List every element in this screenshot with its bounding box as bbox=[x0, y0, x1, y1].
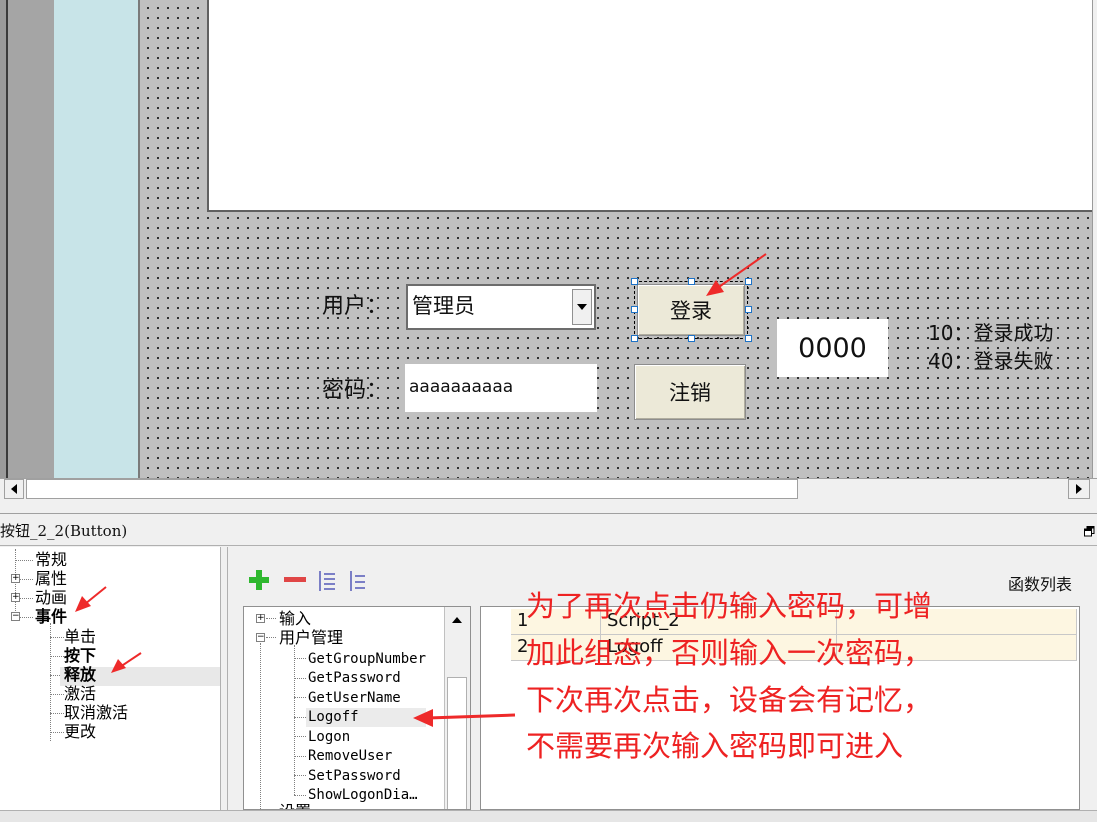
arrow-to-login-button bbox=[706, 253, 767, 296]
arrow-to-events bbox=[75, 586, 107, 612]
arrow-to-logoff bbox=[413, 709, 516, 727]
annotation-arrows bbox=[75, 253, 767, 727]
arrow-to-release bbox=[111, 652, 142, 673]
